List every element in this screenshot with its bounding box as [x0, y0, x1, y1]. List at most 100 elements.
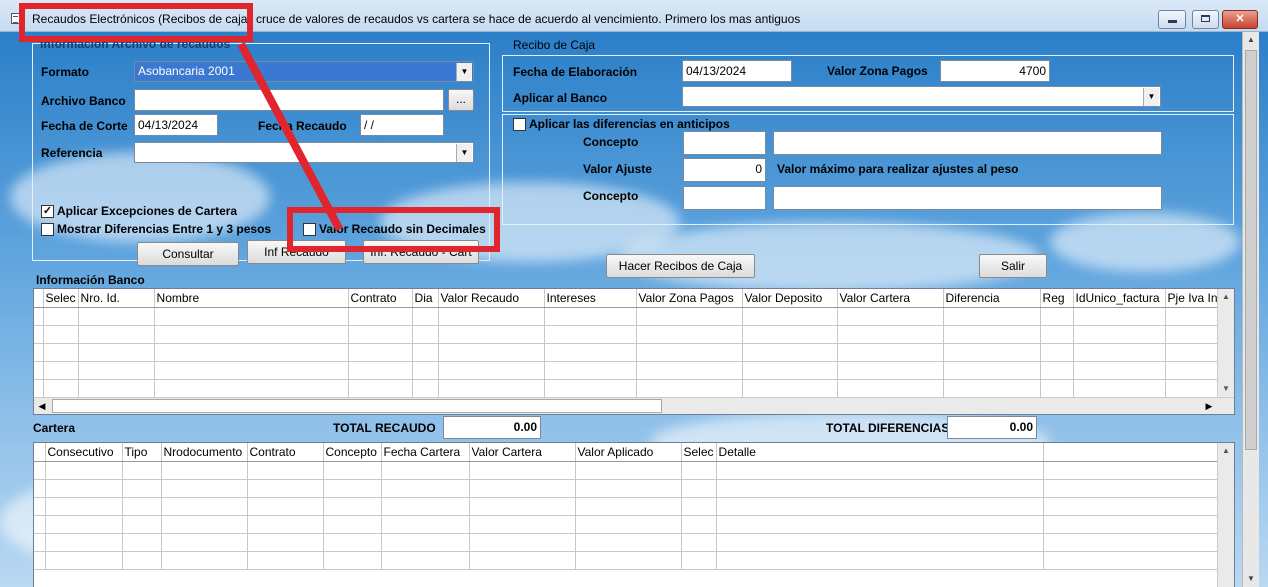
concepto2-code-input[interactable]	[683, 186, 766, 210]
column-header[interactable]: Selec	[43, 289, 79, 308]
table-cell[interactable]	[161, 551, 248, 570]
column-header[interactable]: Consecutivo	[45, 443, 123, 462]
table-cell[interactable]	[1043, 479, 1219, 498]
column-header[interactable]: Nombre	[154, 289, 349, 308]
table-cell[interactable]	[161, 479, 248, 498]
table-cell[interactable]	[1073, 343, 1166, 362]
fecha-elaboracion-input[interactable]: 04/13/2024	[682, 60, 792, 82]
table-cell[interactable]	[381, 533, 470, 552]
table-cell[interactable]	[1043, 551, 1219, 570]
column-header[interactable]	[1043, 443, 1219, 462]
table-cell[interactable]	[636, 325, 743, 344]
table-cell[interactable]	[716, 515, 1044, 534]
table-cell[interactable]	[122, 533, 162, 552]
table-row[interactable]	[34, 533, 1219, 552]
table-cell[interactable]	[636, 379, 743, 398]
table-cell[interactable]	[45, 479, 123, 498]
archivo-banco-input[interactable]	[134, 89, 444, 111]
table-cell[interactable]	[247, 461, 324, 480]
table-cell[interactable]	[348, 379, 413, 398]
table-cell[interactable]	[1073, 379, 1166, 398]
table-cell[interactable]	[154, 343, 349, 362]
column-header[interactable]: Concepto	[323, 443, 382, 462]
table-cell[interactable]	[154, 325, 349, 344]
inf-recaudo-button[interactable]: Inf Recaudo	[247, 240, 346, 264]
table-cell[interactable]	[412, 307, 439, 326]
table-cell[interactable]	[45, 461, 123, 480]
table-cell[interactable]	[161, 533, 248, 552]
table-row[interactable]	[34, 461, 1219, 480]
salir-button[interactable]: Salir	[979, 254, 1047, 278]
table-cell[interactable]	[1165, 379, 1224, 398]
scroll-up-icon[interactable]: ▲	[1243, 32, 1259, 48]
scroll-left-icon[interactable]: ◀	[34, 398, 50, 414]
browse-file-button[interactable]: ...	[448, 89, 474, 111]
table-cell[interactable]	[438, 325, 545, 344]
anticipos-checkbox[interactable]	[513, 118, 526, 131]
table-cell[interactable]	[381, 515, 470, 534]
table-cell[interactable]	[412, 379, 439, 398]
table-cell[interactable]	[43, 307, 79, 326]
table-cell[interactable]	[1165, 361, 1224, 380]
table-cell[interactable]	[78, 343, 155, 362]
column-header[interactable]	[34, 443, 46, 462]
table-cell[interactable]	[43, 361, 79, 380]
table-cell[interactable]	[323, 551, 382, 570]
concepto2-description-input[interactable]	[773, 186, 1162, 210]
table-cell[interactable]	[323, 533, 382, 552]
column-header[interactable]: Valor Zona Pagos	[636, 289, 743, 308]
fecha-corte-input[interactable]: 04/13/2024	[134, 114, 218, 136]
close-button[interactable]: ✕	[1222, 10, 1258, 29]
table-cell[interactable]	[45, 533, 123, 552]
table-cell[interactable]	[1073, 325, 1166, 344]
table-cell[interactable]	[348, 361, 413, 380]
cartera-grid[interactable]: Consecutivo Tipo Nrodocumento Contrato Conce…	[33, 442, 1235, 587]
table-cell[interactable]	[742, 325, 838, 344]
table-cell[interactable]	[412, 361, 439, 380]
column-header[interactable]: Valor Deposito	[742, 289, 838, 308]
table-cell[interactable]	[943, 343, 1041, 362]
table-cell[interactable]	[742, 307, 838, 326]
table-cell[interactable]	[943, 379, 1041, 398]
table-cell[interactable]	[412, 325, 439, 344]
scroll-up-icon[interactable]: ▲	[1218, 289, 1234, 305]
column-header[interactable]: Diferencia	[943, 289, 1041, 308]
consultar-button[interactable]: Consultar	[137, 242, 239, 266]
chevron-down-icon[interactable]: ▼	[1143, 88, 1159, 106]
hacer-recibos-button[interactable]: Hacer Recibos de Caja	[606, 254, 755, 278]
table-cell[interactable]	[575, 533, 682, 552]
valor-ajuste-input[interactable]: 0	[683, 158, 766, 182]
table-cell[interactable]	[348, 325, 413, 344]
table-cell[interactable]	[716, 533, 1044, 552]
table-cell[interactable]	[438, 307, 545, 326]
table-cell[interactable]	[323, 479, 382, 498]
inf-recaudo-cart-button[interactable]: Inf. Recaudo - Cart	[363, 240, 479, 264]
table-cell[interactable]	[122, 479, 162, 498]
column-header[interactable]: Valor Recaudo	[438, 289, 545, 308]
scroll-down-icon[interactable]: ▼	[1218, 381, 1234, 397]
scroll-down-icon[interactable]: ▼	[1243, 571, 1259, 587]
table-cell[interactable]	[348, 343, 413, 362]
diferencias-checkbox[interactable]	[41, 223, 54, 236]
table-cell[interactable]	[122, 515, 162, 534]
table-cell[interactable]	[742, 343, 838, 362]
table-cell[interactable]	[381, 479, 470, 498]
table-cell[interactable]	[469, 551, 576, 570]
chevron-down-icon[interactable]: ▼	[456, 63, 472, 81]
table-cell[interactable]	[438, 379, 545, 398]
table-cell[interactable]	[544, 361, 637, 380]
table-row[interactable]	[34, 343, 1224, 362]
banco-vertical-scrollbar[interactable]: ▲ ▼	[1217, 289, 1234, 397]
cartera-vertical-scrollbar[interactable]: ▲	[1217, 443, 1234, 587]
table-cell[interactable]	[681, 497, 717, 516]
table-cell[interactable]	[438, 361, 545, 380]
table-cell[interactable]	[469, 461, 576, 480]
table-cell[interactable]	[34, 361, 44, 380]
table-cell[interactable]	[43, 379, 79, 398]
column-header[interactable]	[34, 289, 44, 308]
table-cell[interactable]	[837, 343, 944, 362]
table-cell[interactable]	[348, 307, 413, 326]
column-header[interactable]: Tipo	[122, 443, 162, 462]
table-cell[interactable]	[1043, 515, 1219, 534]
table-cell[interactable]	[1040, 325, 1074, 344]
